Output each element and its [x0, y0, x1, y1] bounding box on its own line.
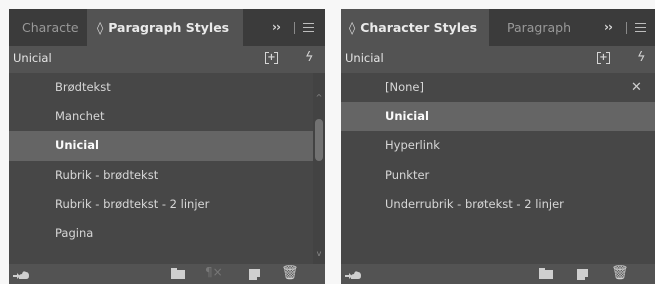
list-item[interactable]: Manchet	[9, 102, 313, 131]
tab-bar: Characte ◊ Paragraph Styles ››	[9, 9, 325, 46]
list-item[interactable]: Hyperlink	[341, 131, 655, 160]
cc-libraries-icon[interactable]	[345, 269, 361, 279]
style-list: Brødtekst Manchet Unicial Rubrik - brødt…	[9, 73, 313, 264]
list-item-label: Underrubrik - brøtekst - 2 linjer	[385, 196, 564, 211]
plus-icon: +	[599, 52, 608, 63]
list-item[interactable]: Underrubrik - brøtekst - 2 linjer	[341, 190, 655, 219]
tab-character-styles[interactable]: Characte	[9, 9, 87, 46]
list-item[interactable]: Rubrik - brødtekst - 2 linjer	[9, 190, 313, 219]
trash-icon[interactable]: 🗑	[281, 265, 299, 281]
new-style-icon[interactable]	[577, 269, 589, 281]
overflow-tabs-button[interactable]: ››	[272, 9, 281, 46]
tab-label: Character Styles	[360, 20, 478, 35]
paragraph-styles-panel: Characte ◊ Paragraph Styles ›› Unicial + …	[9, 9, 325, 284]
list-item[interactable]: [None] ✕	[341, 73, 655, 102]
scroll-down-icon[interactable]: v	[313, 249, 325, 259]
tab-paragraph-styles[interactable]: Paragraph	[489, 9, 575, 46]
list-item[interactable]: Punkter	[341, 161, 655, 190]
divider	[294, 22, 295, 34]
list-item[interactable]: Rubrik - brødtekst	[9, 161, 313, 190]
tab-label: Characte	[22, 20, 79, 35]
scroll-up-icon[interactable]: ^	[313, 93, 325, 103]
panel-menu-icon[interactable]	[635, 23, 646, 32]
list-item-label: Manchet	[55, 109, 105, 124]
list-item-label: Hyperlink	[385, 138, 440, 153]
new-style-group-icon[interactable]: +	[265, 51, 278, 65]
active-style-header: Unicial + ϟ	[341, 47, 655, 69]
folder-icon[interactable]	[171, 268, 185, 279]
tab-drag-icon: ◊	[97, 20, 104, 35]
scrollbar[interactable]: ^ v	[313, 73, 325, 264]
list-item-selected[interactable]: Unicial	[9, 131, 313, 161]
tab-label: Paragraph	[507, 20, 572, 35]
tab-bar: ◊ Character Styles Paragraph ››	[341, 9, 655, 46]
list-item-label: Rubrik - brødtekst	[55, 167, 159, 182]
lightning-icon[interactable]: ϟ	[637, 47, 646, 69]
panel-footer: ¶× 🗑	[9, 264, 325, 284]
list-item-label: Brødtekst	[55, 80, 111, 94]
tab-drag-icon: ◊	[349, 20, 356, 35]
folder-icon[interactable]	[539, 268, 553, 279]
list-item-label: Unicial	[55, 138, 99, 153]
scroll-thumb[interactable]	[315, 119, 323, 161]
list-item-label: Pagina	[55, 225, 94, 240]
trash-icon[interactable]: 🗑	[611, 265, 629, 281]
divider	[626, 22, 627, 34]
cc-libraries-icon[interactable]	[13, 269, 29, 279]
character-styles-panel: ◊ Character Styles Paragraph ›› Unicial +…	[341, 9, 655, 284]
active-style-label: Unicial	[13, 51, 52, 65]
new-style-icon[interactable]	[249, 269, 261, 281]
tab-character-styles[interactable]: ◊ Character Styles	[341, 9, 489, 46]
overflow-tabs-button[interactable]: ››	[604, 9, 613, 46]
list-item-selected[interactable]: Unicial	[341, 102, 655, 132]
active-style-label: Unicial	[345, 51, 384, 65]
list-item-label: [None]	[385, 80, 424, 94]
tab-paragraph-styles[interactable]: ◊ Paragraph Styles	[87, 9, 243, 46]
list-item-label: Rubrik - brødtekst - 2 linjer	[55, 196, 210, 211]
new-style-group-icon[interactable]: +	[597, 51, 610, 65]
list-item[interactable]: Pagina	[9, 219, 313, 248]
list-item-label: Unicial	[385, 109, 429, 124]
plus-icon: +	[267, 52, 276, 63]
style-list: [None] ✕ Unicial Hyperlink Punkter Under…	[341, 73, 655, 264]
active-style-header: Unicial + ϟ	[9, 47, 325, 69]
tab-label: Paragraph Styles	[108, 20, 230, 35]
clear-overrides-icon: ¶×	[205, 265, 223, 279]
list-item-label: Punkter	[385, 167, 430, 182]
pencil-slash-icon: ✕	[631, 80, 642, 95]
list-item[interactable]: Brødtekst	[9, 73, 313, 102]
panel-footer: 🗑	[341, 264, 655, 284]
lightning-icon[interactable]: ϟ	[305, 47, 314, 69]
panel-menu-icon[interactable]	[303, 23, 314, 32]
